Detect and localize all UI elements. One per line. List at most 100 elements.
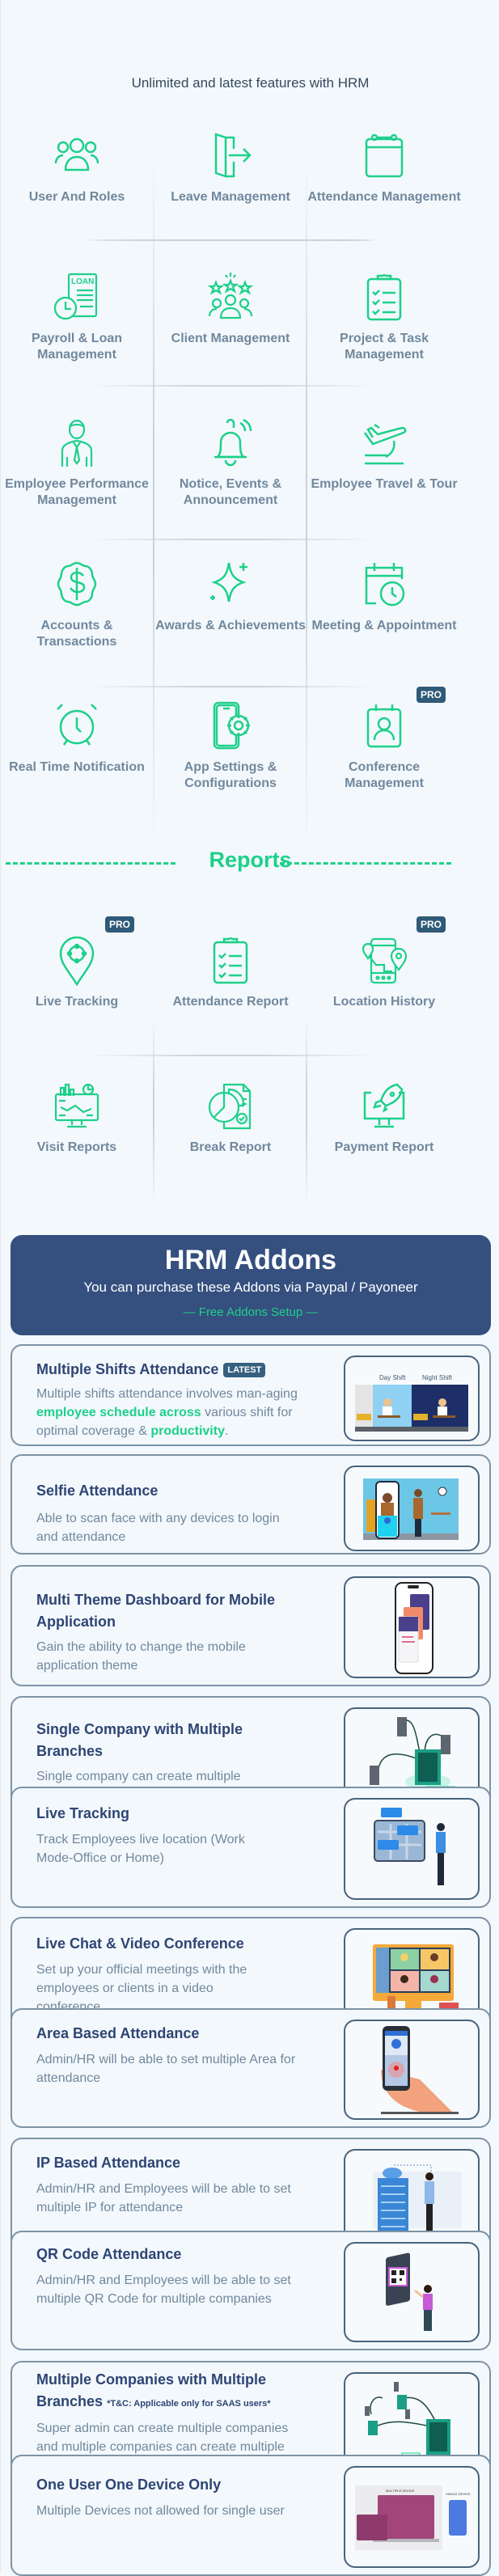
feature-notice: Notice, Events & Announcement <box>154 417 307 509</box>
addon-desc: Able to scan face with any devices to lo… <box>36 1512 280 1544</box>
feature-label: Accounts & Transactions <box>36 619 117 649</box>
addon-title: Single Company with Multiple Branches <box>36 1721 243 1759</box>
reports-heading: Reports <box>1 848 499 873</box>
feature-label: Notice, Events & Announcement <box>179 477 282 507</box>
report-label: Location History <box>332 995 436 1009</box>
monitor-chart-icon <box>54 1083 99 1128</box>
addon-title: QR Code Attendance <box>36 2246 182 2262</box>
addon-title: IP Based Attendance <box>36 2155 181 2171</box>
thumb-label: Night Shift <box>422 1374 453 1381</box>
thumb-label: Day Shift <box>379 1374 406 1381</box>
desc-highlight: productivity <box>150 1424 225 1438</box>
feature-project-task: Project & Task Management <box>307 271 461 363</box>
feature-label: App Settings & Configurations <box>184 760 277 790</box>
feature-attendance: Attendance Management <box>307 129 461 205</box>
dollar-badge-icon <box>57 561 97 607</box>
addon-title-line: Multiple Companies with Multiple <box>36 2371 267 2388</box>
addon-desc: Multiple shifts attendance involves man-… <box>36 1385 303 1440</box>
mobile-themes-illustration <box>344 1576 480 1678</box>
users-icon <box>54 137 99 171</box>
pie-report-icon <box>208 1083 252 1130</box>
addon-card-live-tracking[interactable]: Live Tracking Track Employees live locat… <box>11 1787 491 1908</box>
addon-title: Live Chat & Video Conference <box>36 1935 244 1952</box>
clipboard-checklist-icon <box>366 274 402 321</box>
addon-title: Multiple Companies with Multiple Branche… <box>36 2369 328 2415</box>
dashed-divider <box>280 862 451 865</box>
feature-travel: Employee Travel & Tour <box>307 417 461 493</box>
addon-desc: Admin/HR and Employees will be able to s… <box>36 2182 291 2214</box>
feature-label: Payroll & Loan Management <box>31 332 123 362</box>
addon-card-selfie[interactable]: Selfie Attendance Able to scan face with… <box>11 1454 491 1554</box>
addon-card-one-device[interactable]: One User One Device Only Multiple Device… <box>11 2455 491 2576</box>
report-label: Live Tracking <box>35 995 119 1009</box>
reports-title: Reports <box>209 848 292 872</box>
feature-leave: Leave Management <box>154 129 307 205</box>
feature-label: Leave Management <box>171 190 290 204</box>
phone-gear-icon <box>213 701 250 750</box>
addon-card-area-attendance[interactable]: Area Based Attendance Admin/HR will be a… <box>11 2008 491 2128</box>
door-exit-icon <box>214 133 252 178</box>
desc-text: Multiple shifts attendance involves man-… <box>36 1387 298 1401</box>
latest-badge: LATEST <box>223 1363 266 1377</box>
report-break: Break Report <box>154 1080 307 1156</box>
alarm-clock-icon <box>57 704 97 746</box>
airplane-icon <box>363 423 407 465</box>
pro-badge: PRO <box>105 916 135 933</box>
feature-accounts: Accounts & Transactions <box>0 558 154 650</box>
feature-user-roles: User And Roles <box>0 129 154 205</box>
addon-card-qr-attendance[interactable]: QR Code Attendance Admin/HR and Employee… <box>11 2231 491 2350</box>
pro-badge: PRO <box>417 916 446 933</box>
report-location-history: Location History PRO <box>307 916 461 1010</box>
addons-subtitle: You can purchase these Addons via Paypal… <box>83 1280 418 1295</box>
desc-text: . <box>224 1424 229 1438</box>
addon-title: Selfie Attendance <box>36 1483 159 1499</box>
loan-document-icon: LOAN <box>53 273 98 320</box>
feature-awards: Awards & Achievements <box>154 558 307 634</box>
desc-highlight: employee schedule across <box>36 1406 201 1419</box>
badge-user-icon <box>366 704 402 748</box>
addon-card-multiple-shifts[interactable]: Multiple Shifts Attendance LATEST Multipl… <box>11 1344 491 1446</box>
tc-note: *T&C: Applicable only for SAAS users* <box>107 2399 271 2409</box>
feature-payroll: LOAN Payroll & Loan Management <box>0 271 154 363</box>
feature-label: Real Time Notification <box>9 760 145 774</box>
feature-label: Attendance Management <box>307 190 461 204</box>
live-tracking-illustration <box>344 1798 480 1900</box>
addon-title: One User One Device Only <box>36 2477 222 2493</box>
addon-desc: Track Employees live location (Work Mode… <box>36 1833 245 1865</box>
sparkle-icon <box>210 562 247 603</box>
feature-label: User And Roles <box>28 190 125 204</box>
feature-app-settings: App Settings & Configurations <box>154 700 307 792</box>
client-stars-icon <box>207 273 254 319</box>
feature-label: Employee Performance Management <box>5 477 149 507</box>
thumb-label: MULTIPLE DEVICE <box>386 2489 415 2493</box>
report-label: Payment Report <box>334 1140 434 1154</box>
addon-title: Live Tracking <box>36 1805 130 1821</box>
feature-conference: Conference Management PRO <box>307 687 461 792</box>
report-payment: Payment Report <box>307 1080 461 1156</box>
addons-title: HRM Addons <box>164 1245 337 1275</box>
addons-free-setup: — Free Addons Setup — <box>183 1305 319 1319</box>
report-label: Break Report <box>189 1140 272 1154</box>
svg-text:LOAN: LOAN <box>71 277 94 286</box>
addon-title-text: Branches <box>36 2393 104 2409</box>
grid-divider <box>86 239 377 241</box>
single-device-illustration: MULTIPLE DEVICE SINGLE DEVICE <box>344 2466 480 2568</box>
feature-label: Employee Travel & Tour <box>311 477 458 491</box>
grid-divider <box>86 385 377 387</box>
pro-badge: PRO <box>417 687 446 703</box>
employee-icon <box>61 419 93 467</box>
location-target-icon <box>59 936 95 986</box>
addon-title: Area Based Attendance <box>36 2025 200 2041</box>
monitor-rocket-icon <box>363 1083 405 1128</box>
feature-label: Client Management <box>171 332 290 345</box>
qr-scan-illustration <box>344 2242 480 2342</box>
addon-card-multi-theme[interactable]: Multi Theme Dashboard for Mobile Applica… <box>11 1565 491 1686</box>
phone-map-icon <box>362 937 408 984</box>
feature-label: Project & Task Management <box>340 332 429 362</box>
feature-label: Conference Management <box>345 760 424 790</box>
feature-client: Client Management <box>154 271 307 347</box>
addon-desc: Gain the ability to change the mobile ap… <box>36 1640 246 1673</box>
page: Unlimited and latest features with HRM U… <box>0 0 499 2576</box>
report-attendance: Attendance Report <box>154 934 307 1010</box>
addon-title-text: Multiple Shifts Attendance <box>36 1361 219 1377</box>
